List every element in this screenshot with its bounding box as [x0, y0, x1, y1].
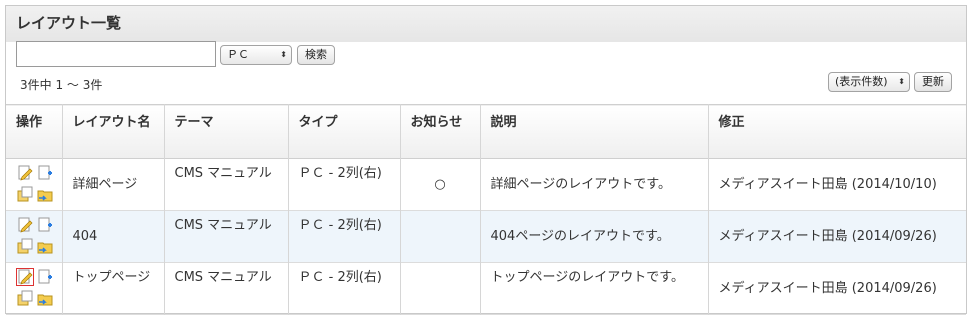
move-folder-icon[interactable] — [37, 290, 53, 306]
copy-icon[interactable] — [17, 186, 33, 202]
table-row: トップページ CMS マニュアル ＰＣ - 2列(右) トップページのレイアウト… — [6, 262, 966, 315]
copy-icon[interactable] — [17, 290, 33, 306]
cell-type: ＰＣ - 2列(右) — [287, 262, 400, 315]
select-arrows-icon: ⬍ — [898, 77, 905, 86]
edit-icon[interactable] — [17, 165, 33, 181]
row-ops — [6, 159, 62, 211]
cell-modified: メディアスイート田島 (2014/10/10) — [707, 158, 966, 211]
move-folder-icon[interactable] — [37, 238, 53, 254]
device-select-value: ＰＣ — [227, 48, 249, 61]
cell-theme: CMS マニュアル — [163, 210, 288, 263]
row-ops — [6, 211, 62, 263]
row-ops — [6, 263, 62, 315]
cell-layout-name[interactable]: トップページ — [61, 262, 164, 315]
edit-icon[interactable] — [16, 268, 34, 286]
cell-modified: メディアスイート田島 (2014/09/26) — [707, 262, 966, 315]
layout-list-panel: レイアウト一覧 ＰＣ ⬍ 検索 3件中 1 〜 3件 (表示件数) ⬍ 更新 操… — [5, 5, 967, 315]
display-count-select[interactable]: (表示件数) ⬍ — [828, 72, 910, 92]
header-layout-name[interactable]: レイアウト名 — [61, 104, 164, 159]
cell-notice — [399, 262, 480, 315]
cell-layout-name[interactable]: 詳細ページ — [61, 158, 164, 211]
cell-modified: メディアスイート田島 (2014/09/26) — [707, 210, 966, 263]
table-row: 詳細ページ CMS マニュアル ＰＣ - 2列(右) ○ 詳細ページのレイアウト… — [6, 158, 966, 211]
layout-table: 操作 レイアウト名 テーマ タイプ お知らせ 説明 修正 詳細ページ CMS マ… — [6, 104, 966, 315]
cell-description: 詳細ページのレイアウトです。 — [479, 158, 708, 211]
search-input[interactable] — [16, 41, 216, 67]
cell-theme: CMS マニュアル — [163, 158, 288, 211]
header-theme[interactable]: テーマ — [163, 104, 288, 159]
add-page-icon[interactable] — [37, 217, 53, 233]
update-button[interactable]: 更新 — [914, 72, 952, 92]
header-type[interactable]: タイプ — [287, 104, 400, 159]
cell-layout-name[interactable]: 404 — [61, 210, 164, 263]
cell-description: 404ページのレイアウトです。 — [479, 210, 708, 263]
device-select[interactable]: ＰＣ ⬍ — [220, 45, 292, 65]
cell-notice: ○ — [399, 158, 480, 211]
table-row: 404 CMS マニュアル ＰＣ - 2列(右) 404ページのレイアウトです。… — [6, 210, 966, 263]
add-page-icon[interactable] — [37, 269, 53, 285]
cell-notice — [399, 210, 480, 263]
copy-icon[interactable] — [17, 238, 33, 254]
header-notice[interactable]: お知らせ — [399, 104, 480, 159]
table-header-row: 操作 レイアウト名 テーマ タイプ お知らせ 説明 修正 — [6, 104, 966, 159]
cell-type: ＰＣ - 2列(右) — [287, 158, 400, 211]
cell-description: トップページのレイアウトです。 — [479, 262, 708, 315]
add-page-icon[interactable] — [37, 165, 53, 181]
edit-icon[interactable] — [17, 217, 33, 233]
page-title: レイアウト一覧 — [16, 14, 122, 32]
cell-theme: CMS マニュアル — [163, 262, 288, 315]
title-bar: レイアウト一覧 — [6, 6, 966, 42]
search-button[interactable]: 検索 — [297, 45, 335, 65]
header-ops: 操作 — [16, 115, 43, 130]
result-count: 3件中 1 〜 3件 — [20, 78, 103, 92]
cell-type: ＰＣ - 2列(右) — [287, 210, 400, 263]
header-description[interactable]: 説明 — [479, 104, 708, 159]
select-arrows-icon: ⬍ — [280, 50, 287, 59]
display-count-value: (表示件数) — [835, 75, 888, 88]
move-folder-icon[interactable] — [37, 186, 53, 202]
header-modified[interactable]: 修正 — [707, 104, 966, 159]
